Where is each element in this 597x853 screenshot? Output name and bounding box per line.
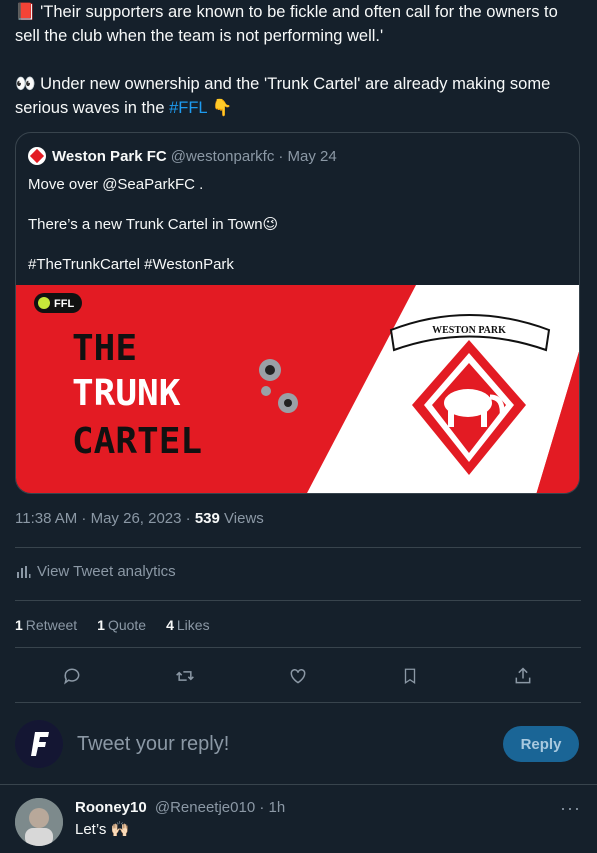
divider [15, 647, 581, 648]
share-icon [515, 667, 531, 684]
comment-text: Let’s 🙌🏻 [75, 821, 130, 838]
tweet-stats: 1 Retweet 1 Quote 4 Likes [15, 617, 210, 633]
retweets-label: Retweet [25, 617, 78, 633]
quoted-media-image[interactable]: FFL THE TRUNK CARTEL WESTON PARK [16, 285, 579, 493]
closed-book-emoji: 📕 [15, 3, 36, 21]
f-logo-icon [15, 720, 63, 768]
likes-stat[interactable]: 4 Likes [166, 617, 209, 633]
reply-tweet[interactable]: Rooney10 @Reneetje010 · 1h Let’s 🙌🏻 ··· [15, 798, 581, 853]
retweets-stat[interactable]: 1 Retweet [15, 617, 77, 633]
more-options-icon[interactable]: ··· [560, 798, 581, 819]
retweets-count: 1 [15, 617, 23, 633]
bookmark-icon [404, 668, 416, 685]
trunk-cartel-banner: FFL THE TRUNK CARTEL WESTON PARK [16, 285, 579, 493]
crest-text: WESTON PARK [432, 325, 506, 336]
tweet-body-text: Under new ownership and the 'Trunk Carte… [15, 75, 551, 117]
eyes-emoji: 👀 [15, 75, 36, 93]
commenter-name[interactable]: Rooney10 [75, 799, 147, 816]
quoted-display-name[interactable]: Weston Park FC [52, 148, 167, 165]
likes-count: 4 [166, 617, 174, 633]
views-label: Views [224, 510, 264, 527]
quoted-handle[interactable]: @westonparkfc [171, 148, 275, 165]
like-button[interactable] [284, 662, 312, 690]
divider [15, 547, 581, 548]
retweet-icon [176, 671, 194, 681]
tweet-paragraph-2: 👀 Under new ownership and the 'Trunk Car… [15, 72, 585, 120]
divider [0, 784, 597, 785]
quotes-label: Quote [107, 617, 147, 633]
quotes-count: 1 [97, 617, 105, 633]
analytics-label: View Tweet analytics [37, 563, 176, 580]
tweet-quote-text: 'Their supporters are known to be fickle… [15, 3, 558, 45]
tweet-paragraph-1: 📕 'Their supporters are known to be fick… [15, 0, 585, 48]
views-count: 539 [194, 510, 220, 527]
comment-time: · 1h [259, 799, 286, 816]
user-avatar[interactable] [15, 720, 63, 768]
bookmark-button[interactable] [396, 662, 424, 690]
like-icon [290, 668, 306, 684]
banner-title-line-1: THE [72, 328, 137, 369]
likes-label: Likes [176, 617, 210, 633]
commenter-photo [15, 798, 63, 846]
quoted-tweet-card[interactable]: Weston Park FC @westonparkfc · May 24 Mo… [15, 132, 580, 494]
commenter-handle[interactable]: @Reneetje010 [155, 799, 255, 816]
quotes-stat[interactable]: 1 Quote [97, 617, 146, 633]
reply-submit-button[interactable]: Reply [503, 726, 579, 762]
reply-button[interactable] [58, 662, 86, 690]
quoted-tweet-header: Weston Park FC @westonparkfc · May 24 [28, 147, 337, 165]
quoted-date: · May 24 [278, 147, 337, 165]
banner-title-line-2: TRUNK [72, 373, 181, 414]
view-analytics-link[interactable]: View Tweet analytics [15, 563, 176, 580]
tweet-action-bar [15, 662, 581, 690]
reply-input[interactable]: Tweet your reply! [77, 733, 229, 756]
divider [15, 702, 581, 703]
quoted-tweet-body: Move over @SeaParkFC . There’s a new Tru… [28, 175, 568, 295]
tweet-timestamp[interactable]: 11:38 AM · May 26, 2023 · [15, 510, 191, 527]
commenter-header: Rooney10 @Reneetje010 · 1h [75, 799, 285, 816]
ffl-badge-text: FFL [54, 298, 74, 310]
analytics-bars-icon [17, 565, 31, 578]
reply-composer: Tweet your reply! Reply [15, 718, 581, 770]
retweet-button[interactable] [171, 662, 199, 690]
pointing-down-emoji: 👇 [211, 99, 233, 117]
quoted-line-2: There’s a new Trunk Cartel in Town😉 [28, 216, 279, 233]
tweet-meta: 11:38 AM · May 26, 2023 · 539 Views [15, 510, 264, 527]
reply-icon [64, 668, 80, 685]
share-button[interactable] [509, 662, 537, 690]
hashtag-ffl-link[interactable]: #FFL [169, 99, 207, 117]
quoted-line-3: #TheTrunkCartel #WestonPark [28, 256, 234, 273]
quoted-avatar[interactable] [28, 147, 46, 165]
divider [15, 600, 581, 601]
tweet-text: 📕 'Their supporters are known to be fick… [15, 0, 585, 120]
commenter-avatar[interactable] [15, 798, 63, 846]
quoted-line-1: Move over @SeaParkFC . [28, 176, 204, 193]
banner-title-line-3: CARTEL [72, 421, 202, 462]
